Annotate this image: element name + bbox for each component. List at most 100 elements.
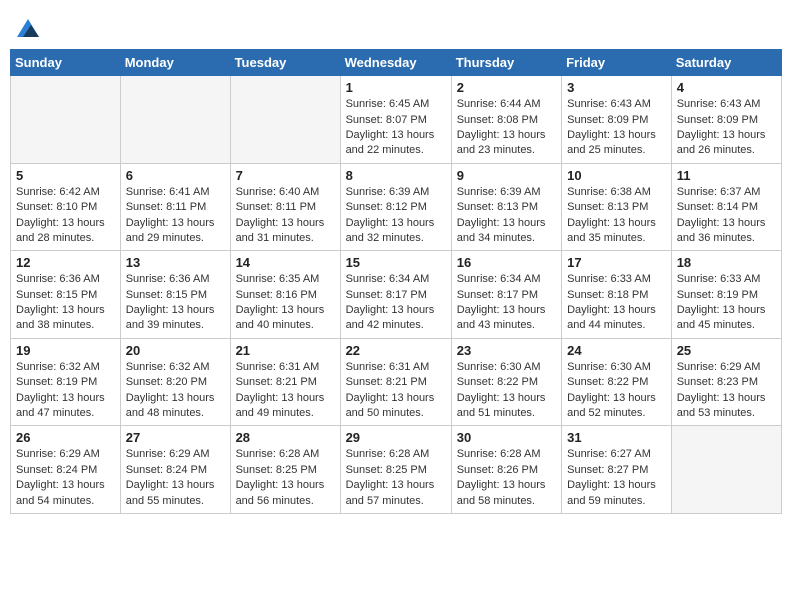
day-info: Sunrise: 6:28 AM Sunset: 8:25 PM Dayligh… [236, 447, 335, 509]
calendar-cell: 29 Sunrise: 6:28 AM Sunset: 8:25 PM Dayli… [340, 426, 451, 514]
day-number: 1 [346, 80, 446, 95]
day-number: 23 [457, 343, 556, 358]
day-number: 2 [457, 80, 556, 95]
day-info: Sunrise: 6:31 AM Sunset: 8:21 PM Dayligh… [236, 360, 335, 422]
calendar-cell: 13Sunrise: 6:36 AM Sunset: 8:15 PM Dayli… [120, 251, 230, 339]
calendar-cell: 24Sunrise: 6:30 AM Sunset: 8:22 PM Dayli… [562, 338, 672, 426]
day-info: Sunrise: 6:32 AM Sunset: 8:20 PM Dayligh… [126, 360, 225, 422]
calendar-cell: 12 Sunrise: 6:36 AM Sunset: 8:15 PM Dayli… [11, 251, 121, 339]
day-number: 5 [16, 168, 115, 183]
day-info: Sunrise: 6:36 AM Sunset: 8:15 PM Dayligh… [16, 272, 115, 334]
logo [15, 15, 39, 39]
weekday-header: Tuesday [230, 50, 340, 76]
calendar-cell [671, 426, 781, 514]
day-info: Sunrise: 6:42 AM Sunset: 8:10 PM Dayligh… [16, 185, 115, 247]
day-info: Sunrise: 6:30 AM Sunset: 8:22 PM Dayligh… [457, 360, 556, 422]
calendar-week-row: 5 Sunrise: 6:42 AM Sunset: 8:10 PM Daylig… [11, 163, 782, 251]
day-number: 8 [346, 168, 446, 183]
weekday-header: Monday [120, 50, 230, 76]
day-number: 14 [236, 255, 335, 270]
calendar-cell: 30Sunrise: 6:28 AM Sunset: 8:26 PM Dayli… [451, 426, 561, 514]
calendar-cell: 21 Sunrise: 6:31 AM Sunset: 8:21 PM Dayli… [230, 338, 340, 426]
day-info: Sunrise: 6:41 AM Sunset: 8:11 PM Dayligh… [126, 185, 225, 247]
day-number: 10 [567, 168, 666, 183]
calendar-cell: 31 Sunrise: 6:27 AM Sunset: 8:27 PM Dayli… [562, 426, 672, 514]
day-info: Sunrise: 6:45 AM Sunset: 8:07 PM Dayligh… [346, 97, 446, 159]
calendar-cell: 15 Sunrise: 6:34 AM Sunset: 8:17 PM Dayli… [340, 251, 451, 339]
day-number: 6 [126, 168, 225, 183]
calendar-week-row: 12 Sunrise: 6:36 AM Sunset: 8:15 PM Dayli… [11, 251, 782, 339]
day-info: Sunrise: 6:39 AM Sunset: 8:12 PM Dayligh… [346, 185, 446, 247]
calendar-cell [230, 76, 340, 164]
calendar-cell: 4 Sunrise: 6:43 AM Sunset: 8:09 PM Daylig… [671, 76, 781, 164]
day-number: 11 [677, 168, 776, 183]
day-info: Sunrise: 6:27 AM Sunset: 8:27 PM Dayligh… [567, 447, 666, 509]
calendar-cell: 11 Sunrise: 6:37 AM Sunset: 8:14 PM Dayli… [671, 163, 781, 251]
day-info: Sunrise: 6:43 AM Sunset: 8:09 PM Dayligh… [677, 97, 776, 159]
day-info: Sunrise: 6:28 AM Sunset: 8:25 PM Dayligh… [346, 447, 446, 509]
calendar-cell: 16 Sunrise: 6:34 AM Sunset: 8:17 PM Dayli… [451, 251, 561, 339]
calendar-cell: 27 Sunrise: 6:29 AM Sunset: 8:24 PM Dayli… [120, 426, 230, 514]
day-number: 29 [346, 430, 446, 445]
day-number: 9 [457, 168, 556, 183]
day-info: Sunrise: 6:43 AM Sunset: 8:09 PM Dayligh… [567, 97, 666, 159]
day-number: 21 [236, 343, 335, 358]
day-info: Sunrise: 6:29 AM Sunset: 8:24 PM Dayligh… [126, 447, 225, 509]
calendar-cell: 7 Sunrise: 6:40 AM Sunset: 8:11 PM Daylig… [230, 163, 340, 251]
day-info: Sunrise: 6:44 AM Sunset: 8:08 PM Dayligh… [457, 97, 556, 159]
day-number: 31 [567, 430, 666, 445]
calendar-week-row: 1 Sunrise: 6:45 AM Sunset: 8:07 PM Daylig… [11, 76, 782, 164]
page-header [10, 10, 782, 39]
calendar-cell [120, 76, 230, 164]
calendar-cell: 17 Sunrise: 6:33 AM Sunset: 8:18 PM Dayli… [562, 251, 672, 339]
day-number: 26 [16, 430, 115, 445]
day-number: 27 [126, 430, 225, 445]
calendar-cell [11, 76, 121, 164]
calendar-cell: 20 Sunrise: 6:32 AM Sunset: 8:20 PM Dayli… [120, 338, 230, 426]
day-info: Sunrise: 6:40 AM Sunset: 8:11 PM Dayligh… [236, 185, 335, 247]
calendar-cell: 25 Sunrise: 6:29 AM Sunset: 8:23 PM Dayli… [671, 338, 781, 426]
day-number: 3 [567, 80, 666, 95]
weekday-header: Thursday [451, 50, 561, 76]
weekday-header: Sunday [11, 50, 121, 76]
day-number: 15 [346, 255, 446, 270]
day-info: Sunrise: 6:35 AM Sunset: 8:16 PM Dayligh… [236, 272, 335, 334]
calendar-cell: 3 Sunrise: 6:43 AM Sunset: 8:09 PM Daylig… [562, 76, 672, 164]
day-number: 25 [677, 343, 776, 358]
calendar-cell: 2 Sunrise: 6:44 AM Sunset: 8:08 PM Daylig… [451, 76, 561, 164]
calendar-cell: 28Sunrise: 6:28 AM Sunset: 8:25 PM Dayli… [230, 426, 340, 514]
day-number: 7 [236, 168, 335, 183]
weekday-header: Saturday [671, 50, 781, 76]
weekday-header: Wednesday [340, 50, 451, 76]
day-number: 17 [567, 255, 666, 270]
day-info: Sunrise: 6:37 AM Sunset: 8:14 PM Dayligh… [677, 185, 776, 247]
day-info: Sunrise: 6:31 AM Sunset: 8:21 PM Dayligh… [346, 360, 446, 422]
day-info: Sunrise: 6:29 AM Sunset: 8:24 PM Dayligh… [16, 447, 115, 509]
calendar-cell: 18Sunrise: 6:33 AM Sunset: 8:19 PM Dayli… [671, 251, 781, 339]
day-number: 12 [16, 255, 115, 270]
day-info: Sunrise: 6:33 AM Sunset: 8:18 PM Dayligh… [567, 272, 666, 334]
day-info: Sunrise: 6:34 AM Sunset: 8:17 PM Dayligh… [346, 272, 446, 334]
calendar-cell: 10Sunrise: 6:38 AM Sunset: 8:13 PM Dayli… [562, 163, 672, 251]
day-number: 30 [457, 430, 556, 445]
calendar-cell: 1 Sunrise: 6:45 AM Sunset: 8:07 PM Daylig… [340, 76, 451, 164]
day-info: Sunrise: 6:39 AM Sunset: 8:13 PM Dayligh… [457, 185, 556, 247]
day-info: Sunrise: 6:33 AM Sunset: 8:19 PM Dayligh… [677, 272, 776, 334]
day-info: Sunrise: 6:36 AM Sunset: 8:15 PM Dayligh… [126, 272, 225, 334]
day-info: Sunrise: 6:32 AM Sunset: 8:19 PM Dayligh… [16, 360, 115, 422]
day-info: Sunrise: 6:34 AM Sunset: 8:17 PM Dayligh… [457, 272, 556, 334]
calendar-header-row: SundayMondayTuesdayWednesdayThursdayFrid… [11, 50, 782, 76]
calendar-cell: 5 Sunrise: 6:42 AM Sunset: 8:10 PM Daylig… [11, 163, 121, 251]
day-info: Sunrise: 6:30 AM Sunset: 8:22 PM Dayligh… [567, 360, 666, 422]
day-number: 22 [346, 343, 446, 358]
day-number: 4 [677, 80, 776, 95]
calendar-cell: 6 Sunrise: 6:41 AM Sunset: 8:11 PM Daylig… [120, 163, 230, 251]
weekday-header: Friday [562, 50, 672, 76]
calendar-cell: 22 Sunrise: 6:31 AM Sunset: 8:21 PM Dayli… [340, 338, 451, 426]
calendar-week-row: 19Sunrise: 6:32 AM Sunset: 8:19 PM Dayli… [11, 338, 782, 426]
calendar-cell: 26 Sunrise: 6:29 AM Sunset: 8:24 PM Dayli… [11, 426, 121, 514]
day-number: 16 [457, 255, 556, 270]
calendar-cell: 23 Sunrise: 6:30 AM Sunset: 8:22 PM Dayli… [451, 338, 561, 426]
day-info: Sunrise: 6:29 AM Sunset: 8:23 PM Dayligh… [677, 360, 776, 422]
day-number: 20 [126, 343, 225, 358]
